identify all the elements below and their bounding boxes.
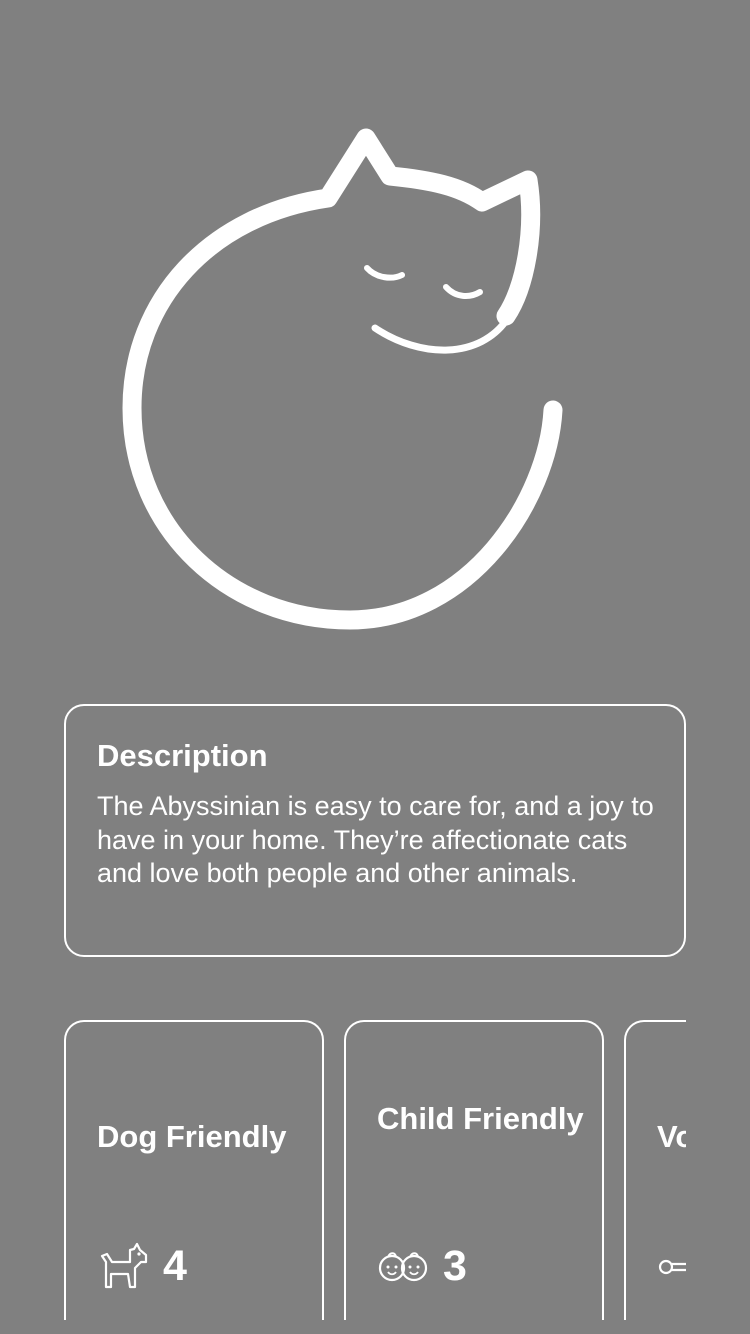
trait-value: 4 (163, 1242, 187, 1290)
sleeping-cat-icon (120, 120, 570, 640)
description-card: Description The Abyssinian is easy to ca… (64, 704, 686, 957)
breed-detail-screen: Description The Abyssinian is easy to ca… (0, 0, 750, 1334)
trait-value: 3 (443, 1242, 467, 1290)
whistle-icon (657, 1240, 686, 1292)
traits-carousel[interactable]: Dog Friendly 4 Child Friendly 3 Vo (64, 1020, 686, 1320)
dog-icon (97, 1240, 149, 1292)
description-title: Description (97, 738, 268, 773)
trait-card-child-friendly[interactable]: Child Friendly 3 (344, 1020, 604, 1320)
trait-label: Child Friendly (377, 1101, 584, 1136)
description-body: The Abyssinian is easy to care for, and … (97, 791, 654, 888)
child-faces-icon (377, 1240, 429, 1292)
trait-label: Vo (657, 1119, 686, 1154)
trait-label: Dog Friendly (97, 1119, 287, 1154)
trait-card-dog-friendly[interactable]: Dog Friendly 4 (64, 1020, 324, 1320)
trait-card-vocalisation[interactable]: Vo (624, 1020, 686, 1320)
